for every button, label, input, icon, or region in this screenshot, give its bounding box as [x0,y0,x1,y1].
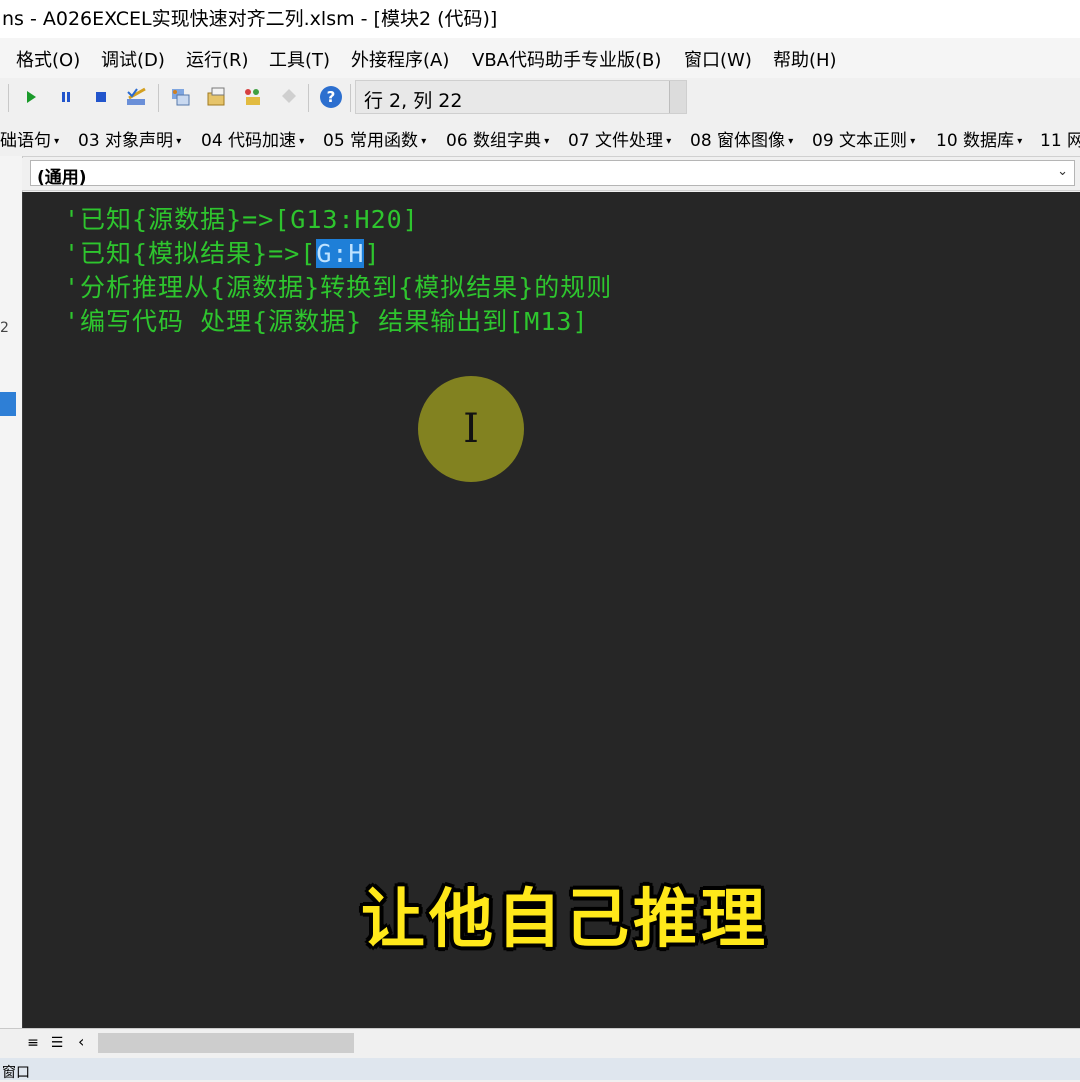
addin-array-dictionary[interactable]: 06 数组字典 [446,126,549,151]
chevron-down-icon[interactable]: ⌄ [1057,164,1068,179]
pause-icon[interactable] [53,84,79,110]
menu-debug[interactable]: 调试(D) [101,46,165,72]
svg-text:?: ? [327,88,336,106]
text-cursor-icon: I [463,406,479,452]
addin-network[interactable]: 11 网 [1040,126,1080,151]
menu-addins[interactable]: 外接程序(A) [351,46,449,72]
cursor-position-box: 行 2, 列 22 [355,80,687,114]
cursor-position-text: 行 2, 列 22 [364,90,463,112]
project-panel-label: 2 [0,320,9,336]
menu-run[interactable]: 运行(R) [186,46,249,72]
addin-object-declaration[interactable]: 03 对象声明 [78,126,181,151]
object-dropdown-value: (通用) [37,168,87,188]
procedure-view-icon[interactable]: ≡ [24,1033,42,1053]
addin-basic-statements[interactable]: 础语句 [0,126,59,151]
addin-text-regex[interactable]: 09 文本正则 [812,126,915,151]
project-explorer-icon[interactable] [168,84,194,110]
status-bar: 窗口 [0,1058,1080,1081]
toolbar-separator [350,84,351,112]
title-bar: ns - A026EXCEL实现快速对齐二列.xlsm - [模块2 (代码)] [0,0,1080,38]
object-browser-icon[interactable] [240,84,266,110]
editor-bottom-bar: ≡ ☰ ‹ [0,1028,1080,1059]
full-module-view-icon[interactable]: ☰ [48,1033,66,1053]
addin-toolbar: 础语句 03 对象声明 04 代码加速 05 常用函数 06 数组字典 07 文… [0,118,1080,157]
toolbar-separator [158,84,159,112]
code-line-suffix: ] [364,239,381,268]
menu-format[interactable]: 格式(O) [16,46,80,72]
addin-file-handling[interactable]: 07 文件处理 [568,126,671,151]
scroll-left-icon[interactable]: ‹ [78,1032,84,1051]
addin-code-acceleration[interactable]: 04 代码加速 [201,126,304,151]
selected-text: G:H [316,239,365,268]
horizontal-scrollbar-thumb[interactable] [98,1033,354,1053]
properties-icon[interactable] [204,84,230,110]
menu-tools[interactable]: 工具(T) [269,46,330,72]
code-line[interactable]: '分析推理从{源数据}转换到{模拟结果}的规则 [64,268,612,304]
menu-window[interactable]: 窗口(W) [684,46,752,72]
toolbar-separator [308,84,309,112]
help-icon[interactable]: ? [318,84,344,110]
menu-bar: 格式(O) 调试(D) 运行(R) 工具(T) 外接程序(A) VBA代码助手专… [0,38,1080,78]
code-line[interactable]: '已知{模拟结果}=>[G:H] [64,234,381,270]
design-mode-icon[interactable] [124,84,150,110]
toolbar-overflow-scroll[interactable] [669,81,686,113]
video-subtitle: 让他自己推理 [361,883,769,957]
addin-form-image[interactable]: 08 窗体图像 [690,126,793,151]
toolbar-separator [8,84,9,112]
window-title: ns - A026EXCEL实现快速对齐二列.xlsm - [模块2 (代码)] [2,8,498,30]
addin-database[interactable]: 10 数据库 [936,126,1022,151]
run-icon[interactable] [18,84,44,110]
code-line[interactable]: '已知{源数据}=>[G13:H20] [64,200,419,236]
stop-icon[interactable] [88,84,114,110]
object-bar: (通用) ⌄ [22,158,1080,191]
status-bar-text: 窗口 [2,1065,30,1081]
menu-help[interactable]: 帮助(H) [773,46,837,72]
toolbox-icon[interactable] [276,84,302,110]
menu-vba-assistant[interactable]: VBA代码助手专业版(B) [472,46,661,72]
mouse-cursor-highlight: I [418,376,524,482]
object-dropdown[interactable]: (通用) ⌄ [30,160,1075,188]
addin-common-functions[interactable]: 05 常用函数 [323,126,426,151]
active-line-marker [0,392,16,416]
code-line[interactable]: '编写代码 处理{源数据} 结果输出到[M13] [64,302,589,338]
code-line-prefix: '已知{模拟结果}=>[ [64,239,317,268]
